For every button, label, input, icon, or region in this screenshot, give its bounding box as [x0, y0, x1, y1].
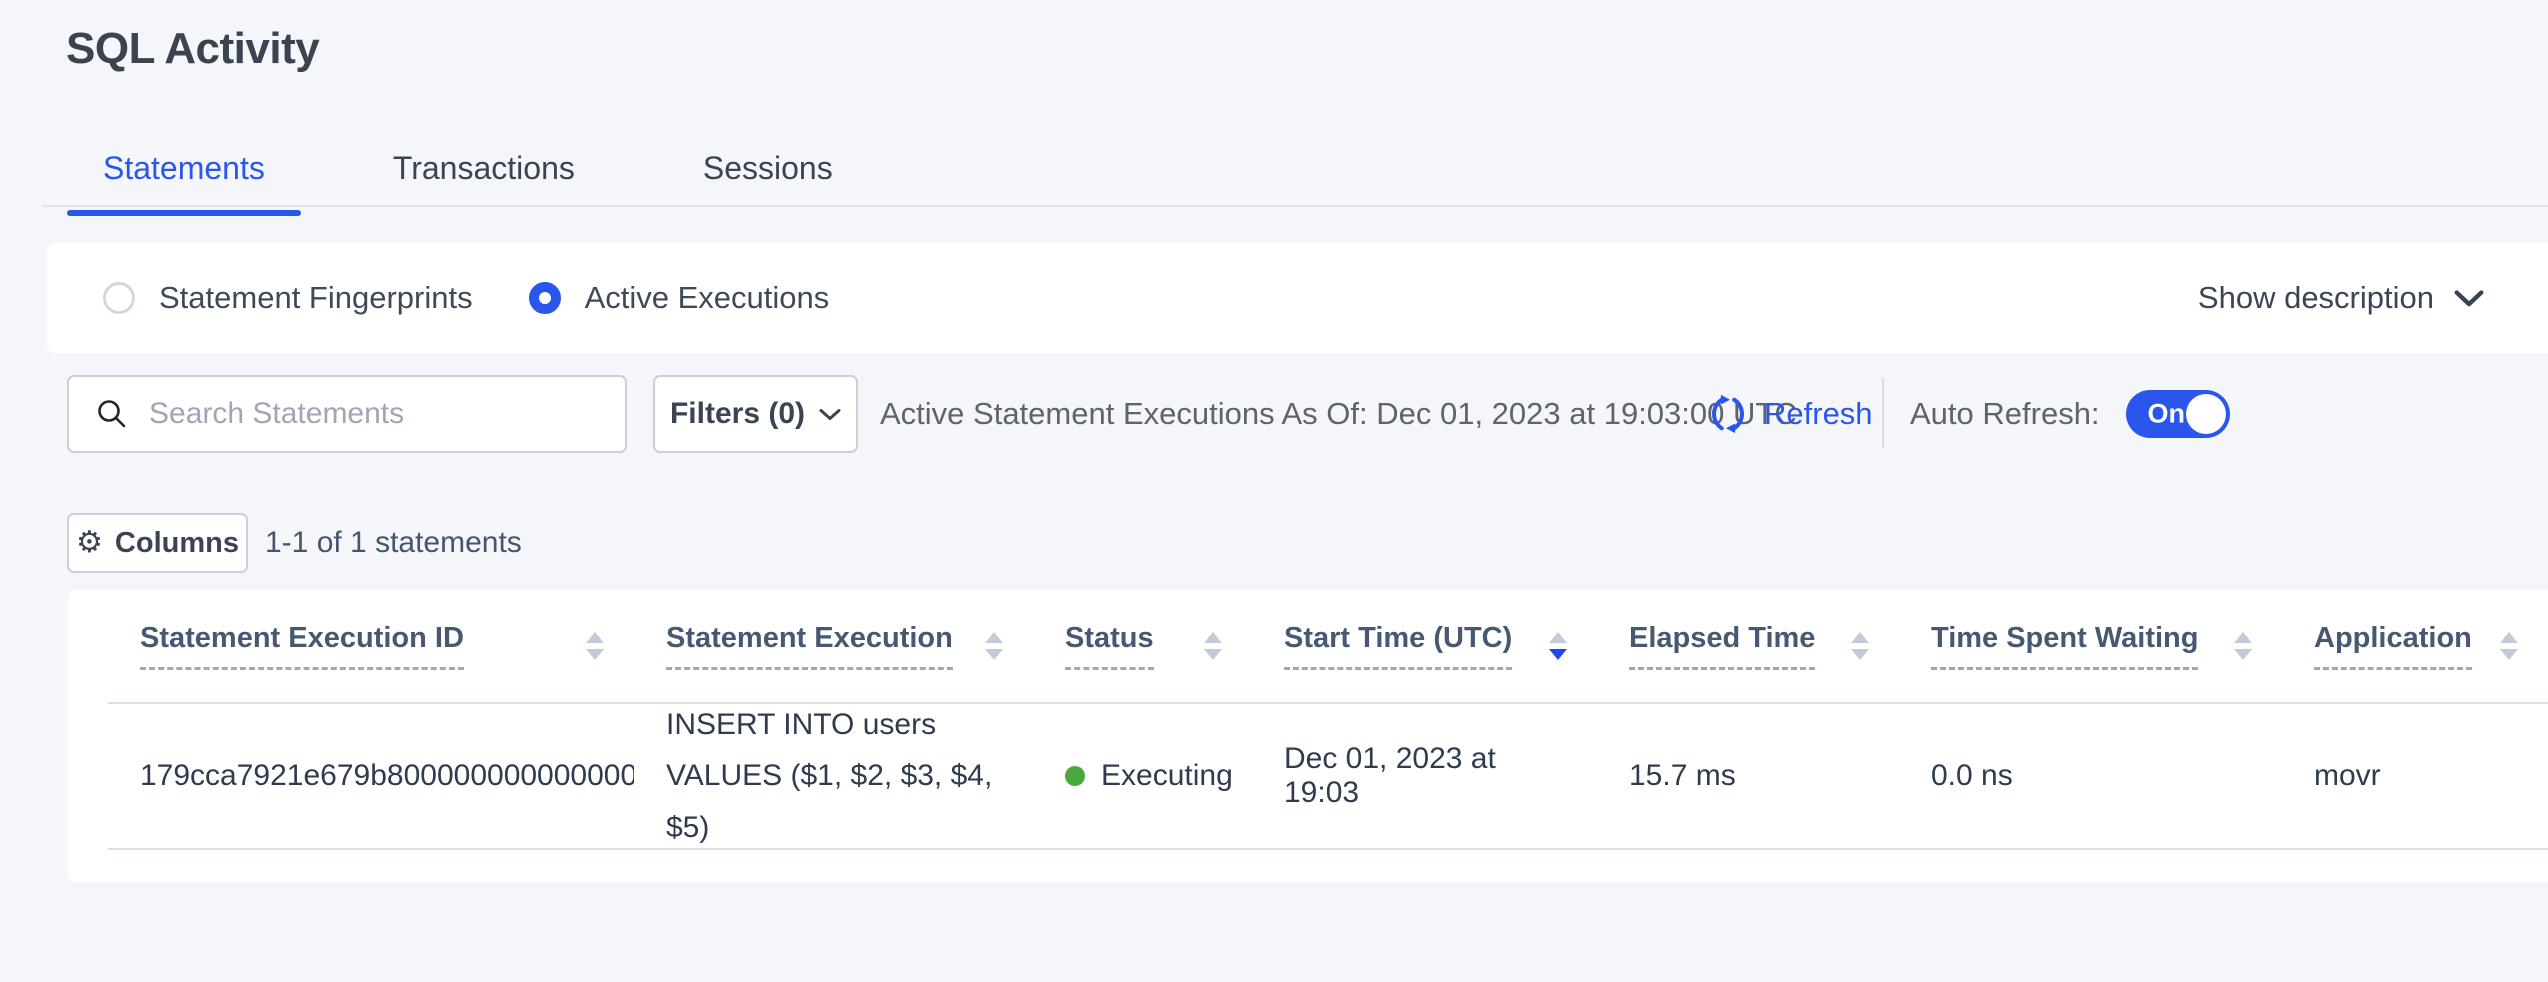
chevron-down-icon	[819, 407, 841, 422]
column-header-elapsed-time[interactable]: Elapsed Time	[1597, 590, 1899, 702]
column-header-start-time[interactable]: Start Time (UTC)	[1252, 590, 1597, 702]
tab-label: Sessions	[703, 150, 833, 187]
search-input[interactable]	[149, 397, 605, 431]
status-executing-dot	[1065, 766, 1085, 786]
cell-status: Executing	[1033, 704, 1252, 848]
radio-label: Active Executions	[585, 280, 830, 316]
auto-refresh-toggle[interactable]: On	[2126, 390, 2230, 438]
column-label: Status	[1065, 622, 1154, 670]
cell-application: movr	[2282, 704, 2548, 848]
column-header-time-spent-waiting[interactable]: Time Spent Waiting	[1899, 590, 2282, 702]
column-label: Elapsed Time	[1629, 622, 1815, 670]
toolbar: Filters (0) Active Statement Executions …	[0, 375, 2548, 453]
table-controls: ⚙ Columns 1-1 of 1 statements	[0, 513, 2548, 573]
table-header-row: Statement Execution ID Statement Executi…	[108, 590, 2548, 704]
radio-active-executions[interactable]: Active Executions	[529, 280, 830, 316]
sort-icon	[2500, 632, 2518, 660]
auto-refresh-label: Auto Refresh:	[1910, 396, 2100, 432]
gear-icon: ⚙	[76, 528, 103, 558]
status-label: Executing	[1101, 759, 1233, 793]
radio-label: Statement Fingerprints	[159, 280, 473, 316]
toggle-state-label: On	[2148, 399, 2186, 430]
sort-icon	[1851, 632, 1869, 660]
cell-statement: INSERT INTO users VALUES ($1, $2, $3, $4…	[634, 704, 1033, 848]
refresh-label: Refresh	[1764, 396, 1873, 432]
sql-activity-page: SQL Activity Statements Transactions Ses…	[0, 0, 2548, 982]
refresh-icon	[1706, 392, 1750, 436]
columns-label: Columns	[115, 527, 239, 560]
tab-bar: Statements Transactions Sessions	[67, 150, 869, 210]
refresh-button[interactable]: Refresh	[1706, 375, 1873, 453]
statement-text: INSERT INTO users VALUES ($1, $2, $3, $4…	[666, 704, 1013, 848]
column-header-statement-execution-id[interactable]: Statement Execution ID	[108, 590, 634, 702]
show-description-toggle[interactable]: Show description	[2198, 280, 2484, 316]
radio-icon	[529, 282, 561, 314]
columns-button[interactable]: ⚙ Columns	[67, 513, 248, 573]
filters-button[interactable]: Filters (0)	[653, 375, 858, 453]
results-count: 1-1 of 1 statements	[265, 513, 522, 573]
sort-icon	[1204, 632, 1222, 660]
cell-start-time: Dec 01, 2023 at 19:03	[1252, 704, 1597, 848]
column-header-status[interactable]: Status	[1033, 590, 1252, 702]
toggle-knob	[2186, 394, 2226, 434]
cell-execution-id: 179cca7921e679b80000000000000001	[108, 704, 634, 848]
tab-sessions[interactable]: Sessions	[667, 150, 869, 210]
tab-transactions[interactable]: Transactions	[357, 150, 611, 210]
chevron-down-icon	[2454, 288, 2484, 308]
cell-elapsed-time: 15.7 ms	[1597, 704, 1899, 848]
column-label: Time Spent Waiting	[1931, 622, 2198, 670]
column-header-statement-execution[interactable]: Statement Execution	[634, 590, 1033, 702]
show-description-label: Show description	[2198, 280, 2434, 316]
cell-time-spent-waiting: 0.0 ns	[1899, 704, 2282, 848]
sort-icon-active-desc	[1549, 632, 1567, 660]
column-label: Statement Execution	[666, 622, 953, 670]
sort-icon	[586, 632, 604, 660]
search-box	[67, 375, 627, 453]
statements-table-card: Statement Execution ID Statement Executi…	[68, 590, 2548, 882]
page-title: SQL Activity	[66, 24, 319, 74]
divider	[1882, 378, 1884, 448]
column-label: Start Time (UTC)	[1284, 622, 1512, 670]
statements-table: Statement Execution ID Statement Executi…	[108, 590, 2548, 850]
tab-label: Transactions	[393, 150, 575, 187]
as-of-timestamp: Active Statement Executions As Of: Dec 0…	[880, 375, 1797, 453]
filters-label: Filters (0)	[670, 397, 805, 431]
radio-statement-fingerprints[interactable]: Statement Fingerprints	[103, 280, 473, 316]
table-row[interactable]: 179cca7921e679b80000000000000001 INSERT …	[108, 704, 2548, 850]
tab-statements[interactable]: Statements	[67, 150, 301, 210]
tab-label: Statements	[103, 150, 265, 187]
column-header-application[interactable]: Application	[2282, 590, 2548, 702]
sort-icon	[985, 632, 1003, 660]
column-label: Statement Execution ID	[140, 622, 464, 670]
radio-icon	[103, 282, 135, 314]
view-mode-card: Statement Fingerprints Active Executions…	[47, 243, 2548, 353]
search-icon	[95, 397, 129, 431]
column-label: Application	[2314, 622, 2472, 670]
sort-icon	[2234, 632, 2252, 660]
auto-refresh-group: Auto Refresh: On	[1910, 375, 2230, 453]
